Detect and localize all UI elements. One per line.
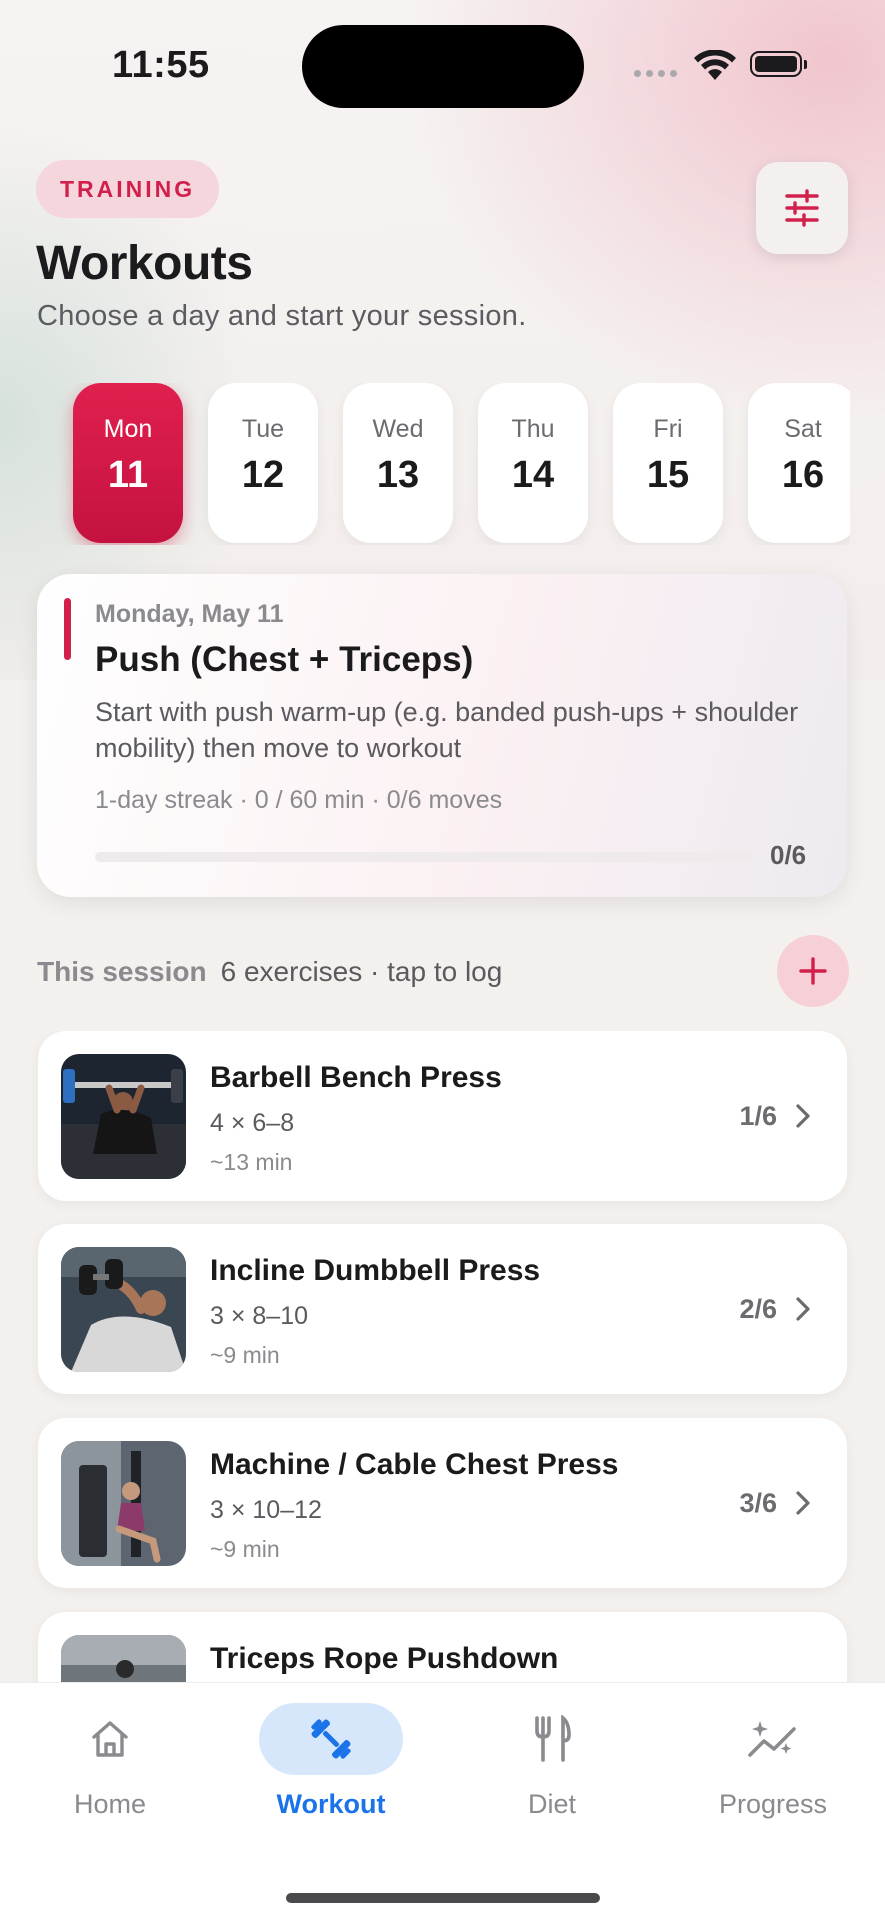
day-name: Tue <box>241 415 285 443</box>
exercise-card[interactable]: Machine / Cable Chest Press 3 × 10–12 ~9… <box>38 1418 847 1588</box>
day-chip[interactable]: Mon 11 <box>73 383 183 543</box>
sliders-icon <box>785 189 819 227</box>
chevron-right-icon <box>796 1297 810 1321</box>
page-subtitle: Choose a day and start your session. <box>37 300 527 332</box>
exercise-sets: 3 × 10–12 <box>210 1496 322 1524</box>
day-number: 14 <box>511 454 555 496</box>
plus-icon <box>799 957 827 985</box>
day-chip[interactable]: Tue 12 <box>208 383 318 543</box>
exercise-card[interactable]: Incline Dumbbell Press 3 × 8–10 ~9 min 2… <box>38 1224 847 1394</box>
filter-button[interactable] <box>756 162 848 254</box>
tab-label: Progress <box>718 1789 828 1819</box>
battery-icon <box>750 51 807 77</box>
add-exercise-button[interactable] <box>777 935 849 1007</box>
home-icon <box>92 1721 128 1757</box>
day-selector: Mon 11 Tue 12 Wed 13 Thu 14 Fri 15 Sat 1… <box>0 383 850 545</box>
dumbbell-icon <box>311 1719 351 1759</box>
session-summary-card[interactable]: Monday, May 11 Push (Chest + Triceps) St… <box>37 574 847 897</box>
chevron-right-icon <box>796 1491 810 1515</box>
status-time: 11:55 <box>112 44 210 86</box>
accent-bar <box>64 598 71 660</box>
exercise-sets: 3 × 8–10 <box>210 1302 309 1330</box>
cellular-signal-icon <box>634 70 677 77</box>
tab-label: Home <box>73 1789 147 1819</box>
session-date: Monday, May 11 <box>95 600 284 628</box>
day-number: 16 <box>781 454 825 496</box>
day-name: Wed <box>372 415 424 443</box>
day-name: Fri <box>653 415 683 443</box>
day-name: Sat <box>784 415 822 443</box>
tab-workout[interactable]: Workout <box>231 1703 431 1820</box>
day-number: 12 <box>241 454 285 496</box>
section-summary: 6 exercises · tap to log <box>220 956 503 987</box>
exercise-section-header: This session 6 exercises · tap to log <box>37 956 502 988</box>
day-chip[interactable]: Sat 16 <box>748 383 850 543</box>
exercise-duration: ~9 min <box>210 1536 280 1562</box>
exercise-order: 3/6 <box>739 1488 777 1518</box>
section-heading: This session <box>37 956 207 987</box>
session-description: Start with push warm-up (e.g. banded pus… <box>95 697 799 763</box>
tab-label: Workout <box>276 1789 386 1819</box>
wifi-icon <box>694 50 736 80</box>
tab-label: Diet <box>527 1789 576 1819</box>
day-chip[interactable]: Fri 15 <box>613 383 723 543</box>
tab-progress[interactable]: Progress <box>673 1703 873 1820</box>
day-number: 15 <box>646 454 690 496</box>
day-number: 13 <box>376 454 420 496</box>
tab-bar: Home Workout Diet Progress <box>0 1682 885 1921</box>
day-number: 11 <box>107 454 149 496</box>
section-badge: TRAINING <box>36 160 220 218</box>
tab-home[interactable]: Home <box>10 1703 210 1820</box>
sparkle-chart-icon <box>748 1721 796 1757</box>
exercise-photo <box>61 1247 186 1372</box>
session-meta: 1-day streak · 0 / 60 min · 0/6 moves <box>95 786 503 814</box>
exercise-photo <box>61 1054 186 1179</box>
home-indicator[interactable] <box>286 1893 600 1903</box>
exercise-order: 1/6 <box>739 1101 777 1131</box>
exercise-photo <box>61 1441 186 1566</box>
day-chip[interactable]: Wed 13 <box>343 383 453 543</box>
session-name: Push (Chest + Triceps) <box>95 640 474 679</box>
day-name: Mon <box>103 415 153 443</box>
exercise-card[interactable]: Triceps Rope Pushdown <box>38 1612 847 1682</box>
exercise-name: Barbell Bench Press <box>210 1061 502 1094</box>
exercise-sets: 4 × 6–8 <box>210 1109 295 1137</box>
chevron-right-icon <box>796 1104 810 1128</box>
exercise-card[interactable]: Barbell Bench Press 4 × 6–8 ~13 min 1/6 <box>38 1031 847 1201</box>
exercise-name: Triceps Rope Pushdown <box>210 1642 559 1675</box>
tab-diet[interactable]: Diet <box>452 1703 652 1820</box>
fork-knife-icon <box>535 1715 571 1762</box>
exercise-list: Barbell Bench Press 4 × 6–8 ~13 min 1/6 … <box>0 1031 885 1682</box>
session-progress-bar <box>95 852 751 862</box>
exercise-duration: ~9 min <box>210 1342 280 1368</box>
dynamic-island <box>302 25 584 108</box>
exercise-photo <box>61 1635 186 1682</box>
exercise-order: 2/6 <box>739 1294 777 1324</box>
session-progress-count: 0/6 <box>770 840 807 870</box>
day-name: Thu <box>511 415 555 443</box>
exercise-name: Incline Dumbbell Press <box>210 1254 541 1287</box>
exercise-duration: ~13 min <box>210 1149 293 1175</box>
exercise-name: Machine / Cable Chest Press <box>210 1448 619 1481</box>
day-chip[interactable]: Thu 14 <box>478 383 588 543</box>
page-title: Workouts <box>36 237 253 290</box>
